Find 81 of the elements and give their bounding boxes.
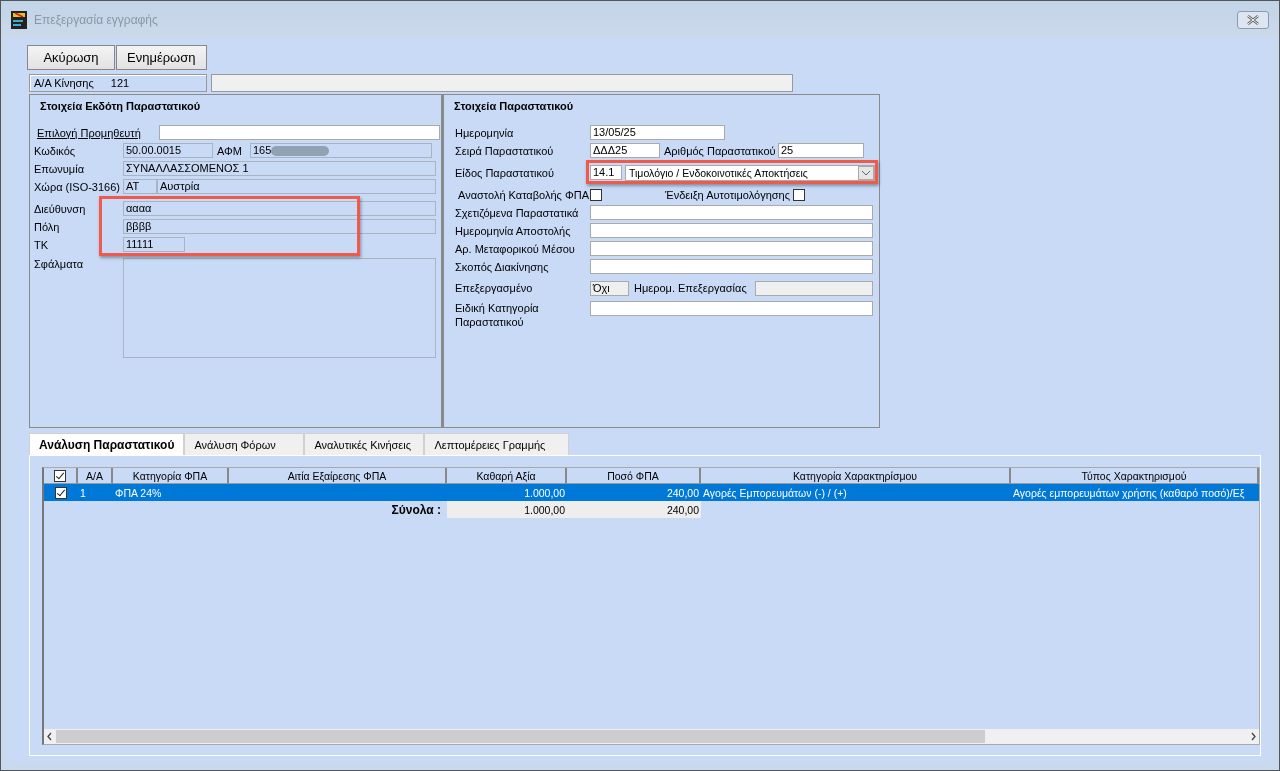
code-field: 50.00.0015 [123, 143, 213, 158]
field-label: Χώρα (ISO-3166) [34, 180, 121, 193]
column-header[interactable]: Κατηγορία Χαρακτηρίσμου [701, 468, 1011, 484]
chevron-down-icon [858, 165, 874, 180]
input-field[interactable] [590, 301, 873, 316]
date-field[interactable]: 13/05/25 [590, 125, 725, 140]
series-field[interactable]: ΔΔΔ25 [590, 143, 660, 158]
table-cell: 1 [80, 486, 86, 499]
field-label: Επωνυμία [34, 162, 85, 175]
column-header[interactable]: Αιτία Εξαίρεσης ΦΠΑ [229, 468, 447, 484]
redaction-mark [271, 145, 330, 156]
field-label: Ημερομηνία Αποστολής [455, 224, 572, 237]
vat-field: 165 [250, 143, 432, 158]
city-field: ββββ [123, 219, 436, 234]
field-label: ΤΚ [34, 238, 50, 251]
close-button[interactable] [1237, 10, 1269, 29]
country-code-field: AT [123, 179, 157, 194]
field-label: Σχετιζόμενα Παραστατικά [455, 206, 580, 219]
column-header[interactable] [44, 468, 78, 484]
field-label: Είδος Παραστατικού [455, 166, 555, 179]
type-code-field[interactable]: 14.1 [590, 165, 622, 180]
supplier-field[interactable] [158, 125, 440, 140]
close-icon [1246, 14, 1260, 25]
input-field[interactable] [590, 259, 873, 274]
field-label: Κωδικός [34, 144, 77, 157]
table-cell: ΦΠΑ 24% [115, 486, 162, 499]
total-cell: 1.000,00 [447, 501, 567, 518]
field-label: Ημερομ. Επεξεργασίας [633, 282, 748, 294]
field-label: Διεύθυνση [34, 202, 87, 215]
field-label: Ειδική Κατηγορία Παραστατικού [455, 301, 540, 329]
zip-field: 11111 [123, 237, 185, 252]
field-label: Σειρά Παραστατικού [455, 144, 555, 157]
column-header[interactable]: Κατηγορία ΦΠΑ [113, 468, 229, 484]
column-header[interactable]: Καθαρή Αξία [447, 468, 567, 484]
column-header[interactable]: Τύπος Χαρακτηρισμού [1011, 468, 1259, 484]
tab[interactable]: Λεπτομέρειες Γραμμής [424, 433, 570, 455]
table-row[interactable]: 1 ΦΠΑ 24% 1.000,00 240,00 Αγορές Εμπορευμάτων (-) / (+) Αγορές εμπορευμάτων χρήσης (καθαρό ποσό)/Εξ [44, 484, 1259, 501]
input-field[interactable] [590, 205, 873, 220]
field-label: Αρ. Μεταφορικού Μέσου [455, 242, 576, 255]
field-label: Ημερομηνία [455, 126, 515, 139]
horizontal-scrollbar[interactable] [44, 729, 1259, 744]
column-header[interactable]: Ποσό ΦΠΑ [567, 468, 701, 484]
country-field: Αυστρία [157, 179, 436, 194]
record-field: Α/Α Κίνησης 121 [29, 74, 207, 92]
tab[interactable]: Αναλυτικές Κινήσεις [304, 433, 425, 455]
input-field[interactable] [590, 223, 873, 238]
address-field: αααα [123, 201, 436, 216]
table-cell: 240,00 [666, 486, 699, 499]
field-label: Σκοπός Διακίνησης [455, 260, 550, 273]
field-label: Πόλη [34, 220, 61, 233]
processed-field: Όχι [590, 280, 629, 296]
checkbox[interactable] [55, 486, 67, 499]
field-label: Επεξεργασμένο [455, 282, 534, 294]
window-title: Επεξεργασία εγγραφής [34, 12, 159, 27]
field-label: ΑΦΜ [216, 144, 243, 157]
checkbox[interactable] [54, 469, 66, 482]
total-cell: 240,00 [567, 501, 701, 518]
table-cell: 1.000,00 [524, 486, 565, 499]
number-field[interactable]: 25 [778, 143, 864, 158]
cancel-button[interactable]: Ακύρωση [27, 45, 115, 70]
panel-title: Στοιχεία Εκδότη Παραστατικού [39, 99, 202, 114]
field-label: Ένδειξη Αυτοτιμολόγησης [664, 188, 791, 201]
scrollbar-thumb[interactable] [56, 730, 985, 743]
input-field[interactable] [590, 241, 873, 256]
totals-label: Σύνολα : [391, 502, 441, 517]
supplier-link[interactable]: Επιλογή Προμηθευτή [34, 126, 141, 139]
update-button[interactable]: Ενημέρωση [116, 45, 207, 70]
column-header[interactable]: Α/Α [78, 468, 113, 484]
app-icon [11, 10, 27, 29]
type-dropdown[interactable]: Τιμολόγιο / Ενδοκοινοτικές Αποκτήσεις [625, 164, 875, 181]
tab[interactable]: Ανάλυση Παραστατικού [29, 433, 185, 455]
field-label: Αριθμός Παραστατικού [663, 144, 777, 157]
checkbox[interactable] [793, 188, 805, 201]
checkbox[interactable] [590, 188, 602, 201]
field-label: Σφάλματα [34, 258, 85, 270]
field-label: Αναστολή Καταβολής ΦΠΑ [457, 188, 590, 201]
table-cell: Αγορές Εμπορευμάτων (-) / (+) [703, 486, 847, 499]
name-field: ΣΥΝΑΛΛΑΣΣΟΜΕΝΟΣ 1 [123, 161, 436, 176]
tab[interactable]: Ανάλυση Φόρων [184, 433, 305, 455]
panel-title: Στοιχεία Παραστατικού [453, 99, 575, 114]
table-cell: Αγορές εμπορευμάτων χρήσης (καθαρό ποσό)/Εξ [1013, 486, 1245, 499]
